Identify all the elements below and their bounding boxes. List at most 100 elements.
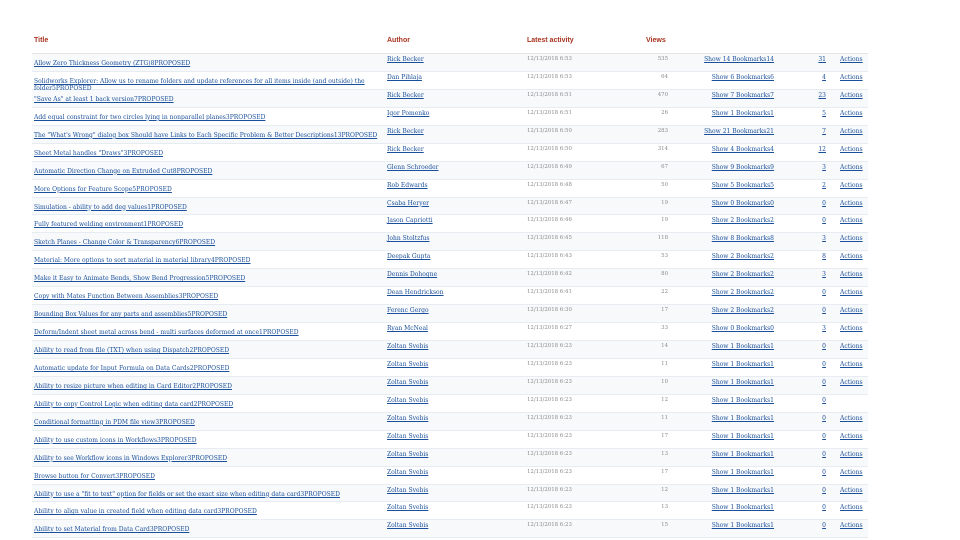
bookmarks-link[interactable]: Show 1 Bookmarks1 bbox=[682, 110, 774, 117]
actions-link[interactable]: Actions bbox=[840, 56, 863, 63]
author-link[interactable]: Dan Pihlaja bbox=[387, 74, 422, 81]
author-link[interactable]: Zoltan Svebis bbox=[387, 415, 428, 422]
comments-count-link[interactable]: 0 bbox=[802, 379, 826, 386]
idea-title-link[interactable]: Ability to copy Control Logic when editi… bbox=[34, 401, 379, 408]
comments-count-link[interactable]: 12 bbox=[802, 146, 826, 153]
comments-count-link[interactable]: 23 bbox=[802, 92, 826, 99]
author-column-header[interactable]: Author bbox=[387, 37, 410, 44]
author-link[interactable]: Zoltan Svebis bbox=[387, 379, 428, 386]
title-column-header[interactable]: Title bbox=[34, 37, 48, 44]
comments-count-link[interactable]: 31 bbox=[802, 56, 826, 63]
comments-count-link[interactable]: 0 bbox=[802, 469, 826, 476]
views-column-header[interactable]: Views bbox=[646, 37, 666, 44]
idea-title-link[interactable]: Sketch Planes - Change Color & Transpare… bbox=[34, 239, 379, 246]
bookmarks-link[interactable]: Show 1 Bookmarks1 bbox=[682, 504, 774, 511]
actions-link[interactable]: Actions bbox=[840, 128, 863, 135]
idea-title-link[interactable]: Allow Zero Thickness Geometry (ZTG)8PROP… bbox=[34, 60, 379, 67]
actions-link[interactable]: Actions bbox=[840, 182, 863, 189]
bookmarks-link[interactable]: Show 2 Bookmarks2 bbox=[682, 289, 774, 296]
author-link[interactable]: Zoltan Svebis bbox=[387, 487, 428, 494]
actions-link[interactable]: Actions bbox=[840, 110, 863, 117]
author-link[interactable]: Zoltan Svebis bbox=[387, 451, 428, 458]
actions-link[interactable]: Actions bbox=[840, 235, 863, 242]
actions-link[interactable]: Actions bbox=[840, 415, 863, 422]
idea-title-link[interactable]: Ability to set Material from Data Card3P… bbox=[34, 526, 379, 533]
author-link[interactable]: Rick Becker bbox=[387, 146, 424, 153]
author-link[interactable]: Rob Edwards bbox=[387, 182, 428, 189]
comments-count-link[interactable]: 3 bbox=[802, 235, 826, 242]
bookmarks-link[interactable]: Show 8 Bookmarks8 bbox=[682, 235, 774, 242]
bookmarks-link[interactable]: Show 0 Bookmarks0 bbox=[682, 325, 774, 332]
author-link[interactable]: John Stoltzfus bbox=[387, 235, 429, 242]
idea-title-link[interactable]: Sheet Metal handles "Draws"3PROPOSED bbox=[34, 150, 379, 157]
comments-count-link[interactable]: 2 bbox=[802, 182, 826, 189]
actions-link[interactable]: Actions bbox=[840, 451, 863, 458]
bookmarks-link[interactable]: Show 0 Bookmarks0 bbox=[682, 200, 774, 207]
comments-count-link[interactable]: 3 bbox=[802, 164, 826, 171]
comments-count-link[interactable]: 3 bbox=[802, 325, 826, 332]
bookmarks-link[interactable]: Show 6 Bookmarks6 bbox=[682, 74, 774, 81]
comments-count-link[interactable]: 3 bbox=[802, 271, 826, 278]
comments-count-link[interactable]: 0 bbox=[802, 451, 826, 458]
author-link[interactable]: Zoltan Svebis bbox=[387, 522, 428, 529]
author-link[interactable]: Ferenc Gergo bbox=[387, 307, 429, 314]
author-link[interactable]: Dean Hendrickson bbox=[387, 289, 444, 296]
idea-title-link[interactable]: Browse button for Convert3PROPOSED bbox=[34, 473, 379, 480]
bookmarks-link[interactable]: Show 5 Bookmarks5 bbox=[682, 182, 774, 189]
actions-link[interactable]: Actions bbox=[840, 92, 863, 99]
comments-count-link[interactable]: 0 bbox=[802, 361, 826, 368]
bookmarks-link[interactable]: Show 2 Bookmarks2 bbox=[682, 253, 774, 260]
author-link[interactable]: Ryan McNeal bbox=[387, 325, 428, 332]
bookmarks-link[interactable]: Show 21 Bookmarks21 bbox=[682, 128, 774, 135]
idea-title-link[interactable]: Simulation - ability to add deg values1P… bbox=[34, 204, 379, 211]
idea-title-link[interactable]: Fully featured welding environment1PROPO… bbox=[34, 221, 379, 228]
actions-link[interactable]: Actions bbox=[840, 325, 863, 332]
author-link[interactable]: Glenn Schroeder bbox=[387, 164, 439, 171]
comments-count-link[interactable]: 8 bbox=[802, 253, 826, 260]
author-link[interactable]: Rick Becker bbox=[387, 56, 424, 63]
author-link[interactable]: Deepak Gupta bbox=[387, 253, 430, 260]
idea-title-link[interactable]: Make it Easy to Animate Bends, Show Bend… bbox=[34, 275, 379, 282]
actions-link[interactable]: Actions bbox=[840, 271, 863, 278]
idea-title-link[interactable]: Ability to resize picture when editing i… bbox=[34, 383, 379, 390]
bookmarks-link[interactable]: Show 1 Bookmarks1 bbox=[682, 379, 774, 386]
comments-count-link[interactable]: 7 bbox=[802, 128, 826, 135]
idea-title-link[interactable]: Copy with Mates Function Between Assembl… bbox=[34, 293, 379, 300]
idea-title-link[interactable]: Conditional formatting in PDM file view3… bbox=[34, 419, 379, 426]
comments-count-link[interactable]: 5 bbox=[802, 110, 826, 117]
author-link[interactable]: Zoltan Svebis bbox=[387, 469, 428, 476]
comments-count-link[interactable]: 0 bbox=[802, 200, 826, 207]
bookmarks-link[interactable]: Show 14 Bookmarks14 bbox=[682, 56, 774, 63]
actions-link[interactable]: Actions bbox=[840, 200, 863, 207]
actions-link[interactable]: Actions bbox=[840, 504, 863, 511]
comments-count-link[interactable]: 0 bbox=[802, 307, 826, 314]
bookmarks-link[interactable]: Show 1 Bookmarks1 bbox=[682, 522, 774, 529]
author-link[interactable]: Rick Becker bbox=[387, 92, 424, 99]
author-link[interactable]: Dennis Dohogne bbox=[387, 271, 437, 278]
comments-count-link[interactable]: 0 bbox=[802, 415, 826, 422]
idea-title-link[interactable]: Ability to use a "fit to text" option fo… bbox=[34, 491, 379, 498]
author-link[interactable]: Csaba Heryer bbox=[387, 200, 429, 207]
comments-count-link[interactable]: 0 bbox=[802, 397, 826, 404]
idea-title-link[interactable]: Ability to use custom icons in Workflows… bbox=[34, 437, 379, 444]
idea-title-link[interactable]: Add equal constraint for two circles lyi… bbox=[34, 114, 379, 121]
idea-title-link[interactable]: Material: More options to sort material … bbox=[34, 257, 379, 264]
actions-link[interactable]: Actions bbox=[840, 307, 863, 314]
bookmarks-link[interactable]: Show 7 Bookmarks7 bbox=[682, 92, 774, 99]
actions-link[interactable]: Actions bbox=[840, 379, 863, 386]
idea-title-link[interactable]: More Options for Feature Scope5PROPOSED bbox=[34, 186, 379, 193]
actions-link[interactable]: Actions bbox=[840, 146, 863, 153]
comments-count-link[interactable]: 0 bbox=[802, 504, 826, 511]
author-link[interactable]: Zoltan Svebis bbox=[387, 397, 428, 404]
actions-link[interactable]: Actions bbox=[840, 74, 863, 81]
actions-link[interactable]: Actions bbox=[840, 487, 863, 494]
bookmarks-link[interactable]: Show 2 Bookmarks2 bbox=[682, 217, 774, 224]
idea-title-link[interactable]: Ability to read from file (TXT) when usi… bbox=[34, 347, 379, 354]
latest-activity-column-header[interactable]: Latest activity bbox=[527, 37, 574, 44]
author-link[interactable]: Zoltan Svebis bbox=[387, 433, 428, 440]
idea-title-link[interactable]: Automatic update for Input Formula on Da… bbox=[34, 365, 379, 372]
bookmarks-link[interactable]: Show 1 Bookmarks1 bbox=[682, 451, 774, 458]
author-link[interactable]: Zoltan Svebis bbox=[387, 504, 428, 511]
author-link[interactable]: Rick Becker bbox=[387, 128, 424, 135]
comments-count-link[interactable]: 4 bbox=[802, 74, 826, 81]
